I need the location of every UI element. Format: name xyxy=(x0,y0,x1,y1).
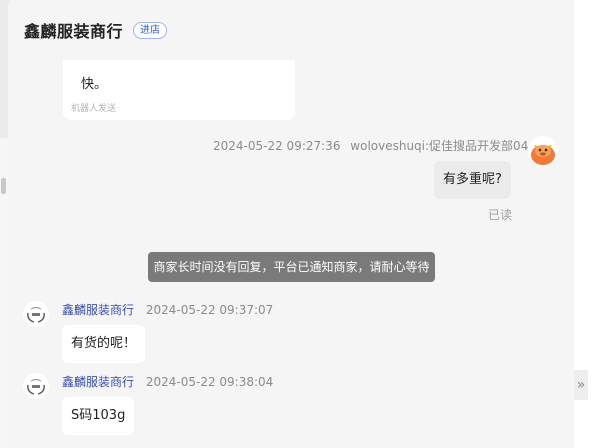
collapse-panel-button[interactable]: » xyxy=(574,370,588,400)
incoming-message-meta: 鑫麟服装商行 2024-05-22 09:37:07 xyxy=(62,301,273,318)
outgoing-message-meta: 2024-05-22 09:27:36 woloveshuqi:促佳搜品开发部0… xyxy=(213,137,536,154)
message-text: 快。 xyxy=(81,77,108,92)
incoming-message-bubble: 有货的呢！ xyxy=(62,325,146,363)
chat-window: 鑫麟服装商行 进店 快。 机器人发送 2024-05-22 09:27:36 w… xyxy=(8,0,574,448)
incoming-message-meta: 鑫麟服装商行 2024-05-22 09:38:04 xyxy=(62,373,273,390)
shop-avatar-icon[interactable] xyxy=(23,373,49,399)
double-chevron-right-icon: » xyxy=(576,377,586,393)
outgoing-message-bubble: 有多重呢? xyxy=(434,161,511,199)
message-text: S码103g xyxy=(71,408,126,423)
enter-shop-button[interactable]: 进店 xyxy=(133,21,168,39)
read-status: 已读 xyxy=(488,208,513,222)
message-timestamp: 2024-05-22 09:27:36 xyxy=(213,139,341,153)
chat-header: 鑫麟服装商行 进店 xyxy=(8,0,574,60)
message-timestamp: 2024-05-22 09:38:04 xyxy=(145,375,274,389)
shop-avatar-icon[interactable] xyxy=(23,301,49,327)
message-timestamp: 2024-05-22 09:37:07 xyxy=(145,303,274,317)
message-text: 有多重呢? xyxy=(443,172,502,187)
incoming-message-bubble: S码103g xyxy=(62,397,135,435)
sender-name[interactable]: 鑫麟服装商行 xyxy=(62,303,134,317)
sender-name[interactable]: 鑫麟服装商行 xyxy=(62,375,134,389)
resize-handle[interactable] xyxy=(1,178,6,194)
shop-name[interactable]: 鑫麟服装商行 xyxy=(24,18,123,42)
system-notice: 商家长时间没有回复，平台已通知商家，请耐心等待 xyxy=(148,252,435,282)
user-avatar-icon[interactable] xyxy=(528,136,558,166)
message-text: 有货的呢！ xyxy=(71,336,137,351)
sender-name: woloveshuqi:促佳搜品开发部044 xyxy=(350,139,536,153)
right-panel-edge: » xyxy=(574,0,596,448)
robot-sent-label: 机器人发送 xyxy=(71,104,117,114)
